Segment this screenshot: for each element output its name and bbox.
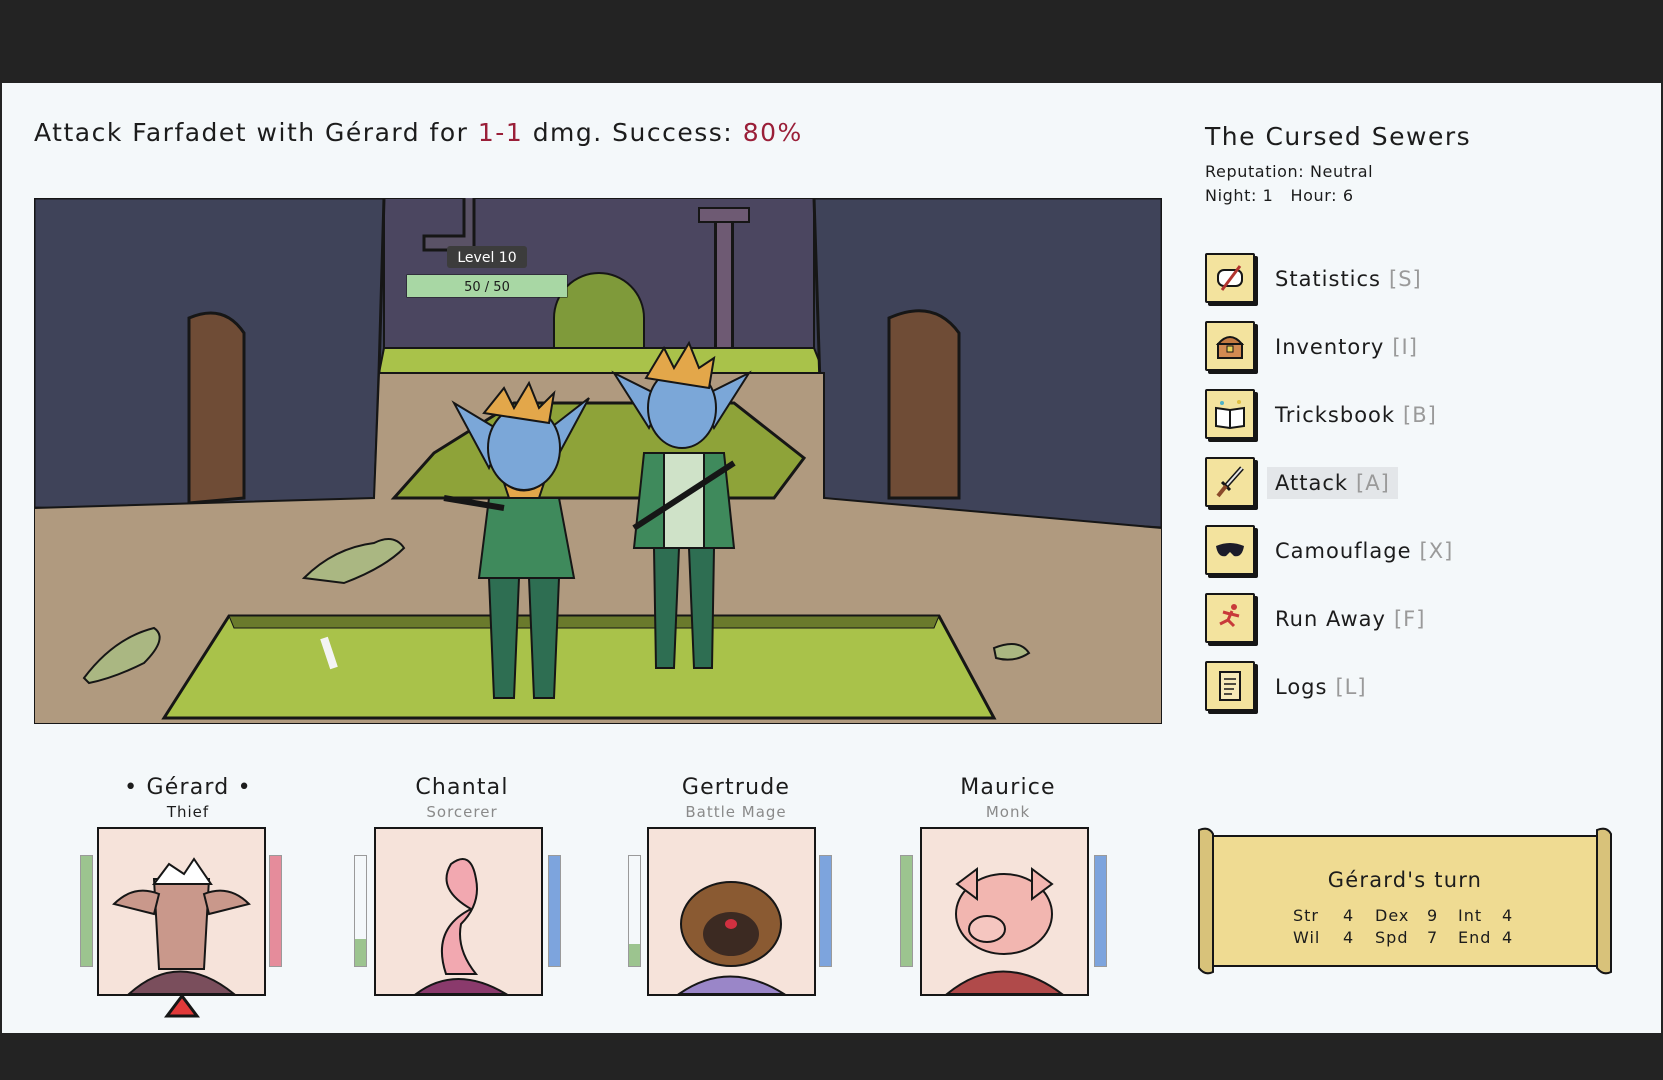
active-turn-marker-icon bbox=[164, 993, 200, 1018]
stat-label: Wil bbox=[1293, 928, 1321, 947]
health-bar bbox=[900, 855, 913, 967]
enemy-level: Level 10 bbox=[457, 250, 516, 266]
menu-label: Statistics bbox=[1275, 267, 1381, 291]
resource-bar bbox=[1094, 855, 1107, 967]
menu-camouflage[interactable]: Camouflage [X] bbox=[1205, 525, 1452, 575]
stat-value: 4 bbox=[1502, 906, 1514, 925]
stat-label: Str bbox=[1293, 906, 1320, 925]
enemy-hp-text: 50 / 50 bbox=[464, 280, 510, 295]
member-name: Maurice bbox=[960, 775, 1056, 800]
menu-hotkey: [I] bbox=[1392, 335, 1418, 359]
member-class: Sorcerer bbox=[426, 803, 498, 821]
running-figure-icon bbox=[1205, 593, 1255, 643]
menu-statistics[interactable]: Statistics [S] bbox=[1205, 253, 1435, 303]
menu-inventory[interactable]: Inventory [I] bbox=[1205, 321, 1435, 371]
parchment-icon bbox=[1205, 661, 1255, 711]
success-chance: 80% bbox=[742, 118, 803, 147]
resource-bar bbox=[269, 855, 282, 967]
action-preview: Attack Farfadet with Gérard for 1-1 dmg.… bbox=[34, 118, 803, 147]
goat-portrait bbox=[97, 827, 266, 996]
stat-value: 4 bbox=[1343, 906, 1355, 925]
mask-icon bbox=[1205, 525, 1255, 575]
damage-range: 1-1 bbox=[477, 118, 524, 147]
scroll-quill-icon bbox=[1205, 253, 1255, 303]
menu-label: Run Away bbox=[1275, 607, 1386, 631]
menu-hotkey: [A] bbox=[1356, 471, 1390, 495]
resource-bar bbox=[819, 855, 832, 967]
member-name: Chantal bbox=[415, 775, 509, 800]
health-fill bbox=[629, 944, 640, 966]
stat-label: End bbox=[1458, 928, 1492, 947]
dagger-icon bbox=[1205, 457, 1255, 507]
menu-label: Attack bbox=[1275, 471, 1349, 495]
resource-fill bbox=[1095, 856, 1106, 966]
pig-portrait bbox=[920, 827, 1089, 996]
menu-hotkey: [S] bbox=[1389, 267, 1422, 291]
menu-logs[interactable]: Logs [L] bbox=[1205, 661, 1435, 711]
menu-label: Camouflage bbox=[1275, 539, 1412, 563]
menu-attack[interactable]: Attack [A] bbox=[1205, 457, 1435, 507]
member-class: Monk bbox=[985, 803, 1031, 821]
menu-hotkey: [F] bbox=[1393, 607, 1426, 631]
health-bar bbox=[80, 855, 93, 967]
health-fill bbox=[901, 856, 912, 966]
member-name: • Gérard • bbox=[124, 775, 252, 800]
stat-label: Spd bbox=[1375, 928, 1409, 947]
resource-fill bbox=[549, 856, 560, 966]
menu-label: Tricksbook bbox=[1275, 403, 1396, 427]
turn-scroll-panel bbox=[1198, 827, 1612, 975]
stat-value: 9 bbox=[1427, 906, 1439, 925]
spellbook-icon bbox=[1205, 389, 1255, 439]
menu-tricksbook[interactable]: Tricksbook [B] bbox=[1205, 389, 1437, 439]
resource-fill bbox=[820, 856, 831, 966]
member-class: Battle Mage bbox=[685, 803, 787, 821]
member-class: Thief bbox=[166, 803, 210, 821]
health-bar bbox=[354, 855, 367, 967]
treasure-chest-icon bbox=[1205, 321, 1255, 371]
menu-run-away[interactable]: Run Away [F] bbox=[1205, 593, 1435, 643]
action-middle: dmg. Success: bbox=[532, 118, 734, 147]
menu-hotkey: [L] bbox=[1335, 675, 1367, 699]
stat-label: Dex bbox=[1375, 906, 1410, 925]
worm-portrait bbox=[374, 827, 543, 996]
resource-bar bbox=[548, 855, 561, 967]
battle-scene: Level 10 50 / 50 bbox=[34, 198, 1162, 724]
stat-label: Int bbox=[1458, 906, 1483, 925]
turn-title: Gérard's turn bbox=[1327, 868, 1483, 892]
menu-hotkey: [B] bbox=[1403, 403, 1437, 427]
menu-label: Logs bbox=[1275, 675, 1328, 699]
menu-hotkey: [X] bbox=[1419, 539, 1454, 563]
action-prefix: Attack Farfadet with Gérard for bbox=[34, 118, 469, 147]
resource-fill bbox=[270, 856, 281, 966]
health-bar bbox=[628, 855, 641, 967]
stat-value: 4 bbox=[1502, 928, 1514, 947]
menu-label: Inventory bbox=[1275, 335, 1385, 359]
health-fill bbox=[81, 856, 92, 966]
reputation-text: Reputation: Neutral bbox=[1205, 162, 1374, 181]
location-title: The Cursed Sewers bbox=[1205, 122, 1472, 151]
stat-value: 7 bbox=[1427, 928, 1439, 947]
stat-value: 4 bbox=[1343, 928, 1355, 947]
pug-portrait bbox=[647, 827, 816, 996]
time-text: Night: 1 Hour: 6 bbox=[1205, 186, 1354, 205]
member-name: Gertrude bbox=[681, 775, 791, 800]
health-fill bbox=[355, 938, 366, 966]
